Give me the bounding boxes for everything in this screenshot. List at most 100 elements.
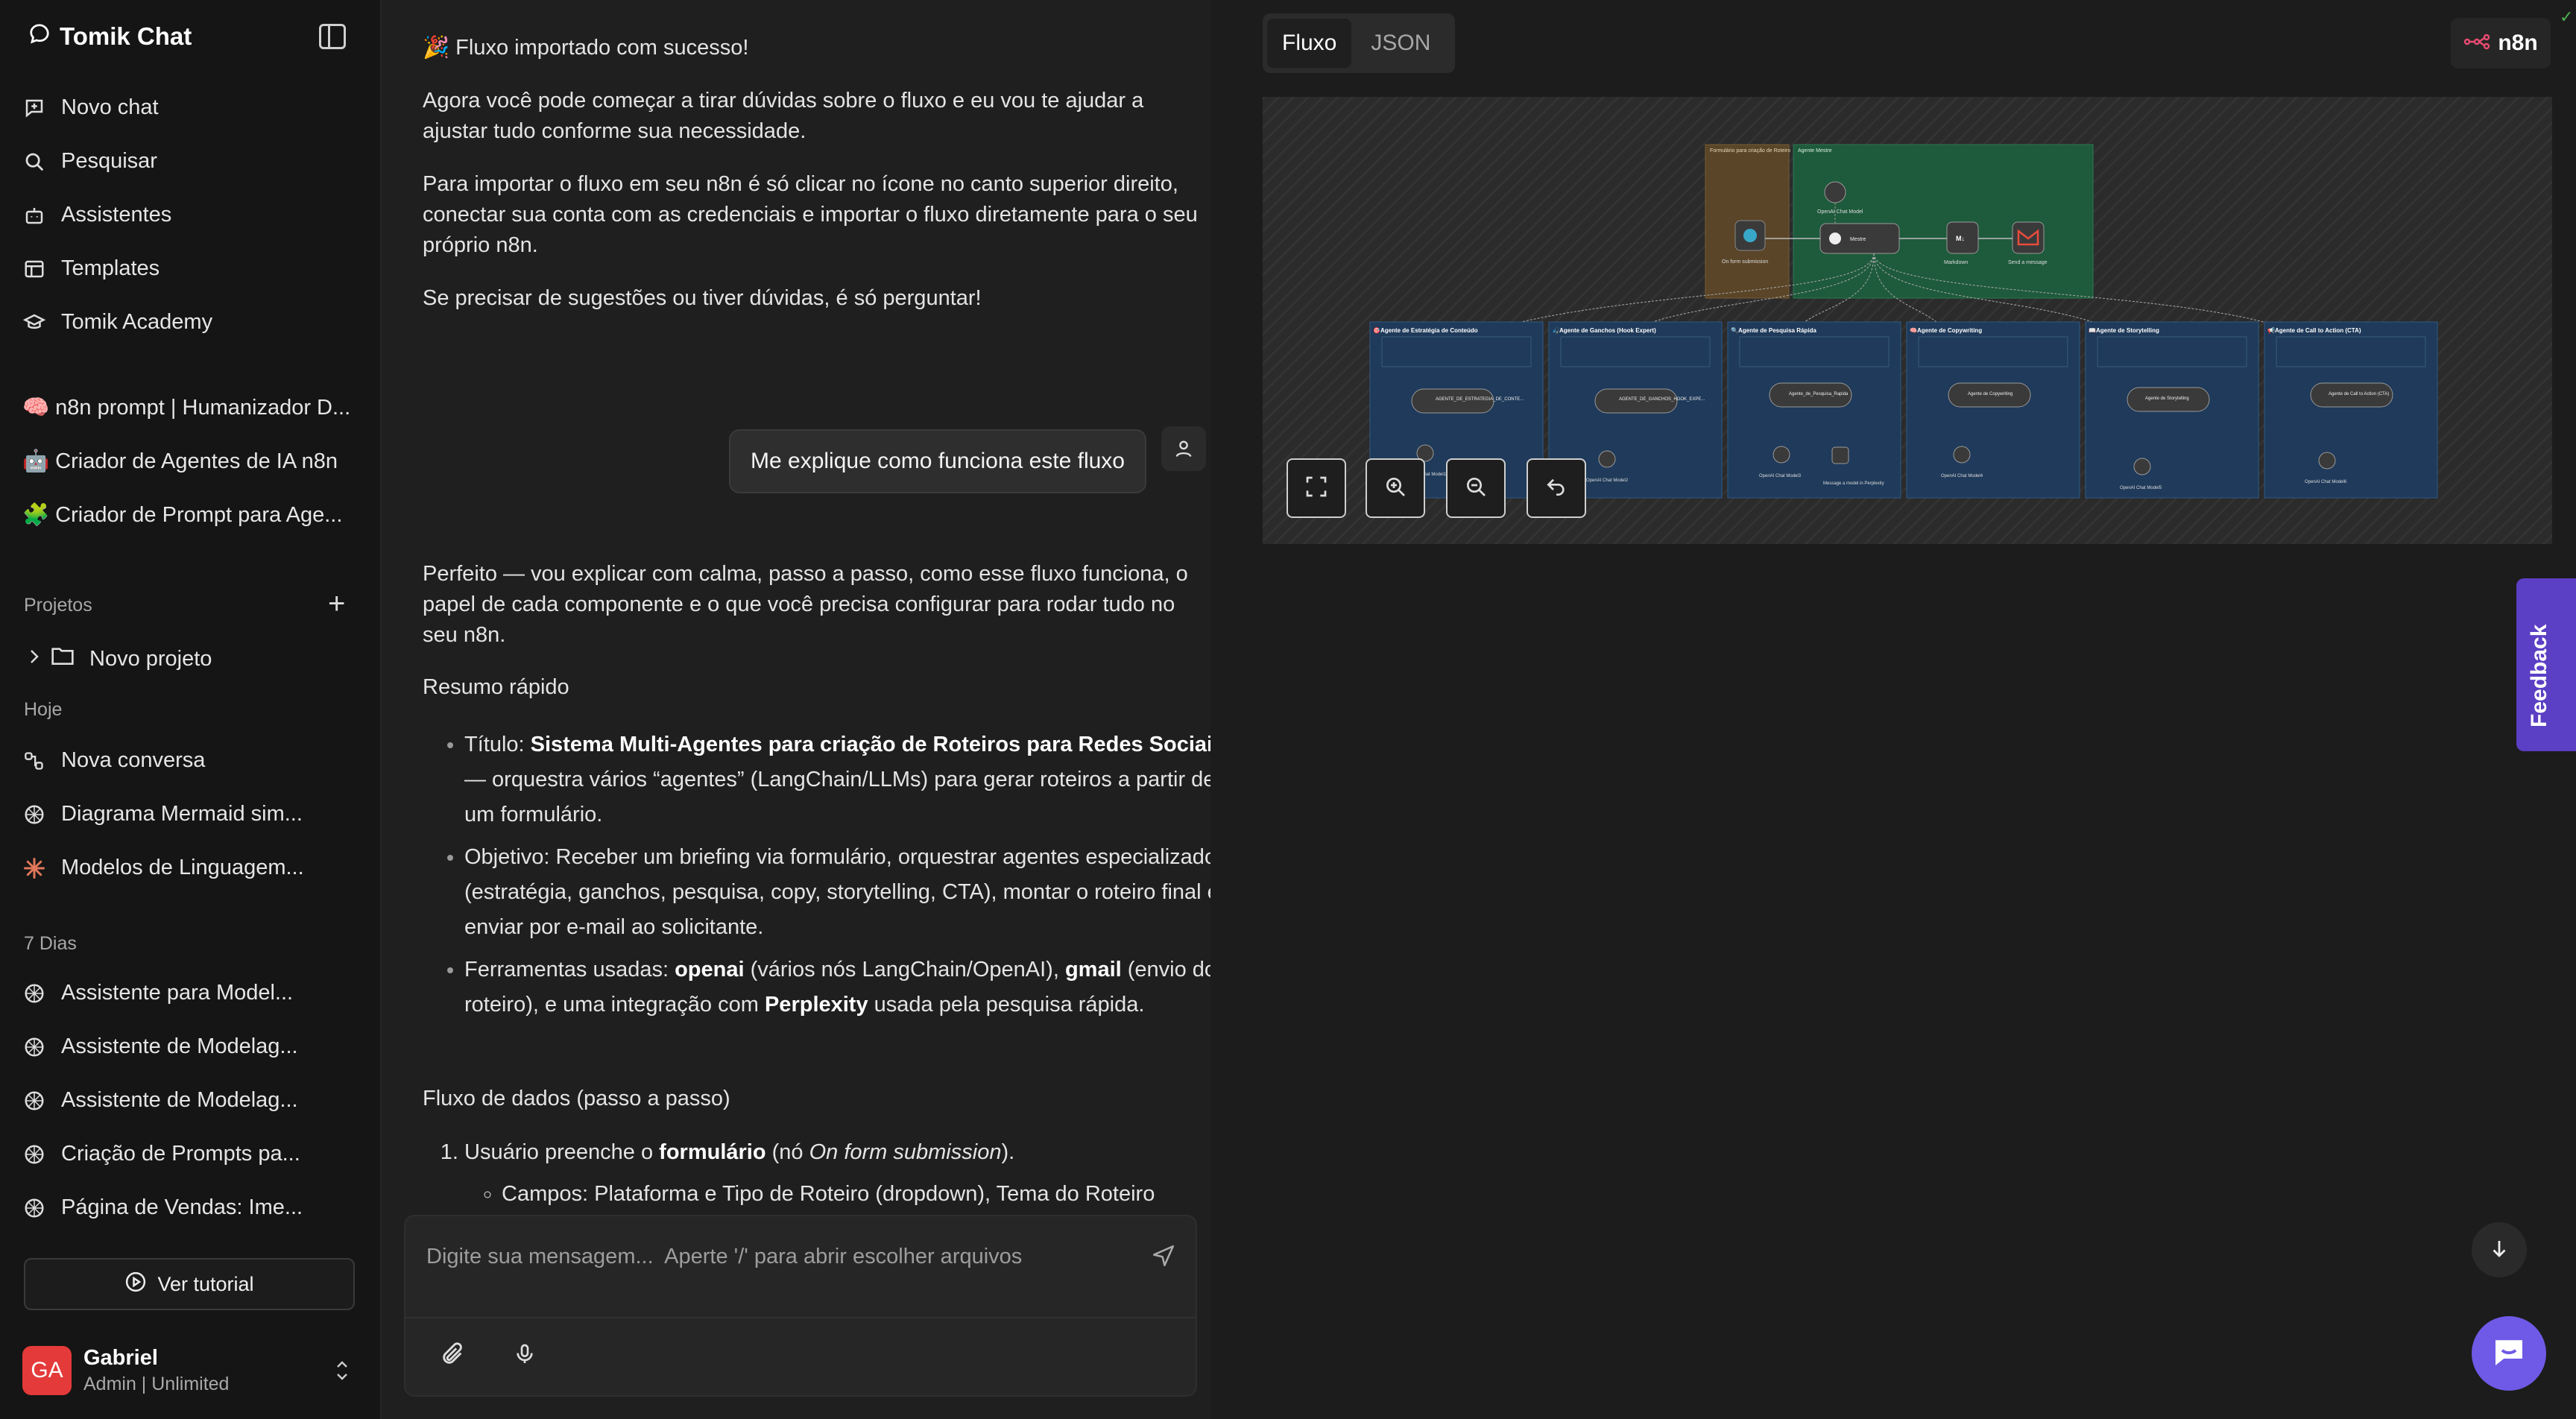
history-item[interactable]: Assistente de Modelag...: [22, 1034, 298, 1059]
sidebar-toggle-icon[interactable]: [319, 24, 346, 49]
app-brand[interactable]: Tomik Chat: [28, 22, 192, 51]
flow-icon: [22, 749, 46, 773]
history-item[interactable]: Assistente de Modelag...: [22, 1088, 298, 1113]
master-group-title: Agente Mestre: [1798, 148, 1832, 154]
history-item[interactable]: Página de Vendas: Ime...: [22, 1195, 303, 1220]
agent-card[interactable]: 🧠Agente de Copywriting Agente de Copywri…: [1906, 321, 2080, 499]
project-item[interactable]: Novo projeto: [27, 645, 212, 672]
svg-text:AGENTE_DE_GANCHOS_HOOK_EXPE...: AGENTE_DE_GANCHOS_HOOK_EXPE...: [1619, 397, 1705, 402]
history-item[interactable]: Criação de Prompts pa...: [22, 1142, 300, 1166]
message-input[interactable]: [425, 1237, 1099, 1276]
pinned-chat[interactable]: 🧩 Criador de Prompt para Age...: [22, 502, 342, 528]
chat-bubble-logo-icon: [28, 22, 51, 51]
history-label: Assistente de Modelag...: [61, 1088, 298, 1112]
history-item[interactable]: Assistente para Model...: [22, 981, 293, 1005]
support-chat-button[interactable]: [2472, 1316, 2546, 1391]
bot-message: 🎉 Fluxo importado com sucesso! Agora voc…: [423, 33, 1205, 314]
claude-icon: [22, 856, 46, 880]
check-icon: ✓: [2560, 7, 2574, 26]
svg-text:OpenAI Chat Model2: OpenAI Chat Model2: [1586, 478, 1629, 483]
view-tabs: Fluxo JSON: [1263, 13, 1455, 73]
nav-label: Assistentes: [61, 203, 172, 227]
pinned-chat[interactable]: 🤖 Criador de Agentes de IA n8n: [22, 449, 338, 474]
agent-card[interactable]: 📖Agente de Storytelling Agente de Storyt…: [2085, 321, 2259, 499]
bot-text: Se precisar de sugestões ou tiver dúvida…: [423, 286, 982, 310]
openai-icon: [22, 1035, 46, 1059]
svg-text:Agente_de_Pesquisa_Rapida: Agente_de_Pesquisa_Rapida: [1789, 392, 1849, 396]
new-chat-icon: [22, 96, 46, 120]
list-item: Campos: Plataforma e Tipo de Roteiro (dr…: [502, 1178, 1247, 1210]
node-label: Send a message: [2008, 260, 2048, 265]
agent-card[interactable]: 🔍Agente de Pesquisa Rápida Agente_de_Pes…: [1727, 321, 1901, 499]
openai-icon: [22, 803, 46, 827]
nav-label: Novo chat: [61, 95, 159, 119]
avatar: GA: [22, 1346, 72, 1395]
reset-view-button[interactable]: [1527, 458, 1586, 518]
chevron-up-down-icon[interactable]: [334, 1358, 350, 1383]
arrow-down-icon: [2488, 1237, 2510, 1263]
robot-icon: [22, 203, 46, 227]
paperclip-icon[interactable]: [440, 1341, 465, 1367]
summary-list: Título: Sistema Multi-Agentes para criaç…: [423, 727, 1247, 1030]
openai-icon: [22, 1196, 46, 1220]
node-label: Markdown: [1944, 260, 1968, 265]
svg-text:🔍Agente de Pesquisa Rápida: 🔍Agente de Pesquisa Rápida: [1731, 326, 1816, 334]
zoom-out-button[interactable]: [1446, 458, 1506, 518]
today-title: Hoje: [24, 699, 63, 720]
nav-templates[interactable]: Templates: [22, 256, 160, 281]
search-icon: [22, 150, 46, 174]
svg-text:AGENTE_DE_ESTRATEGIA_DE_CONTE.: AGENTE_DE_ESTRATEGIA_DE_CONTE...: [1436, 397, 1524, 402]
week-title: 7 Dias: [24, 933, 77, 954]
user-name: Gabriel: [83, 1346, 158, 1370]
list-item: Ferramentas usadas: openai (vários nós L…: [464, 952, 1247, 1023]
composer-divider: [405, 1317, 1196, 1318]
history-item[interactable]: Modelos de Linguagem...: [22, 856, 304, 880]
pinned-chat[interactable]: 🧠 n8n prompt | Humanizador D...: [22, 395, 350, 420]
play-circle-icon: [124, 1271, 147, 1298]
openai-model-node[interactable]: [1824, 181, 1846, 203]
nav-new-chat[interactable]: Novo chat: [22, 95, 159, 120]
nav-assistants[interactable]: Assistentes: [22, 203, 171, 227]
microphone-icon[interactable]: [513, 1341, 537, 1367]
history-label: Criação de Prompts pa...: [61, 1142, 300, 1166]
user-profile[interactable]: GA Gabriel Admin | Unlimited: [22, 1346, 229, 1395]
n8n-logo-icon: [2463, 31, 2490, 56]
svg-text:M↓: M↓: [1956, 235, 1965, 242]
svg-text:🎯Agente de Estratégia de Cont: 🎯Agente de Estratégia de Conteúdo: [1373, 327, 1478, 334]
history-item[interactable]: Diagrama Mermaid sim...: [22, 802, 303, 827]
nav-search[interactable]: Pesquisar: [22, 149, 157, 174]
tab-fluxo[interactable]: Fluxo: [1267, 19, 1352, 68]
svg-text:OpenAI Chat Model3: OpenAI Chat Model3: [1759, 474, 1802, 478]
tab-json[interactable]: JSON: [1356, 19, 1445, 68]
svg-text:Agente de Call to Action (CTA): Agente de Call to Action (CTA): [2329, 392, 2389, 396]
list-item: Usuário preenche o formulário (nó On for…: [464, 1136, 1247, 1210]
feedback-tab[interactable]: Feedback: [2516, 578, 2576, 751]
tutorial-label: Ver tutorial: [157, 1272, 254, 1295]
fullscreen-icon: [1304, 475, 1328, 502]
svg-text:🧠Agente de Copywriting: 🧠Agente de Copywriting: [1910, 327, 1982, 334]
graduation-cap-icon: [22, 311, 46, 335]
openai-icon: [22, 982, 46, 1005]
add-project-icon[interactable]: +: [328, 589, 345, 619]
zoom-out-icon: [1464, 475, 1488, 502]
bot-text: 🎉 Fluxo importado com sucesso!: [423, 36, 749, 60]
list-item: Objetivo: Receber um briefing via formul…: [464, 840, 1247, 945]
history-item[interactable]: Nova conversa: [22, 748, 205, 773]
nav-academy[interactable]: Tomik Academy: [22, 310, 212, 335]
list-item: Título: Sistema Multi-Agentes para criaç…: [464, 727, 1247, 832]
svg-text:Agente de Storytelling: Agente de Storytelling: [2145, 396, 2189, 401]
send-icon[interactable]: [1151, 1243, 1176, 1268]
scroll-down-button[interactable]: [2472, 1222, 2527, 1277]
history-label: Nova conversa: [61, 748, 206, 772]
user-avatar-icon: [1161, 426, 1206, 471]
zoom-in-button[interactable]: [1366, 458, 1425, 518]
templates-icon: [22, 257, 46, 281]
n8n-import-button[interactable]: n8n: [2451, 18, 2551, 69]
tutorial-button[interactable]: Ver tutorial: [24, 1258, 355, 1310]
fit-view-button[interactable]: [1287, 458, 1346, 518]
node-label: OpenAI Chat Model: [1817, 209, 1863, 215]
node-label: On form submission: [1722, 259, 1768, 265]
agent-card[interactable]: 📢Agente de Call to Action (CTA) Agente d…: [2264, 321, 2438, 499]
node-label: Mestre: [1850, 237, 1866, 242]
sidebar: Tomik Chat Novo chat Pesquisar Assistent…: [0, 0, 382, 1419]
